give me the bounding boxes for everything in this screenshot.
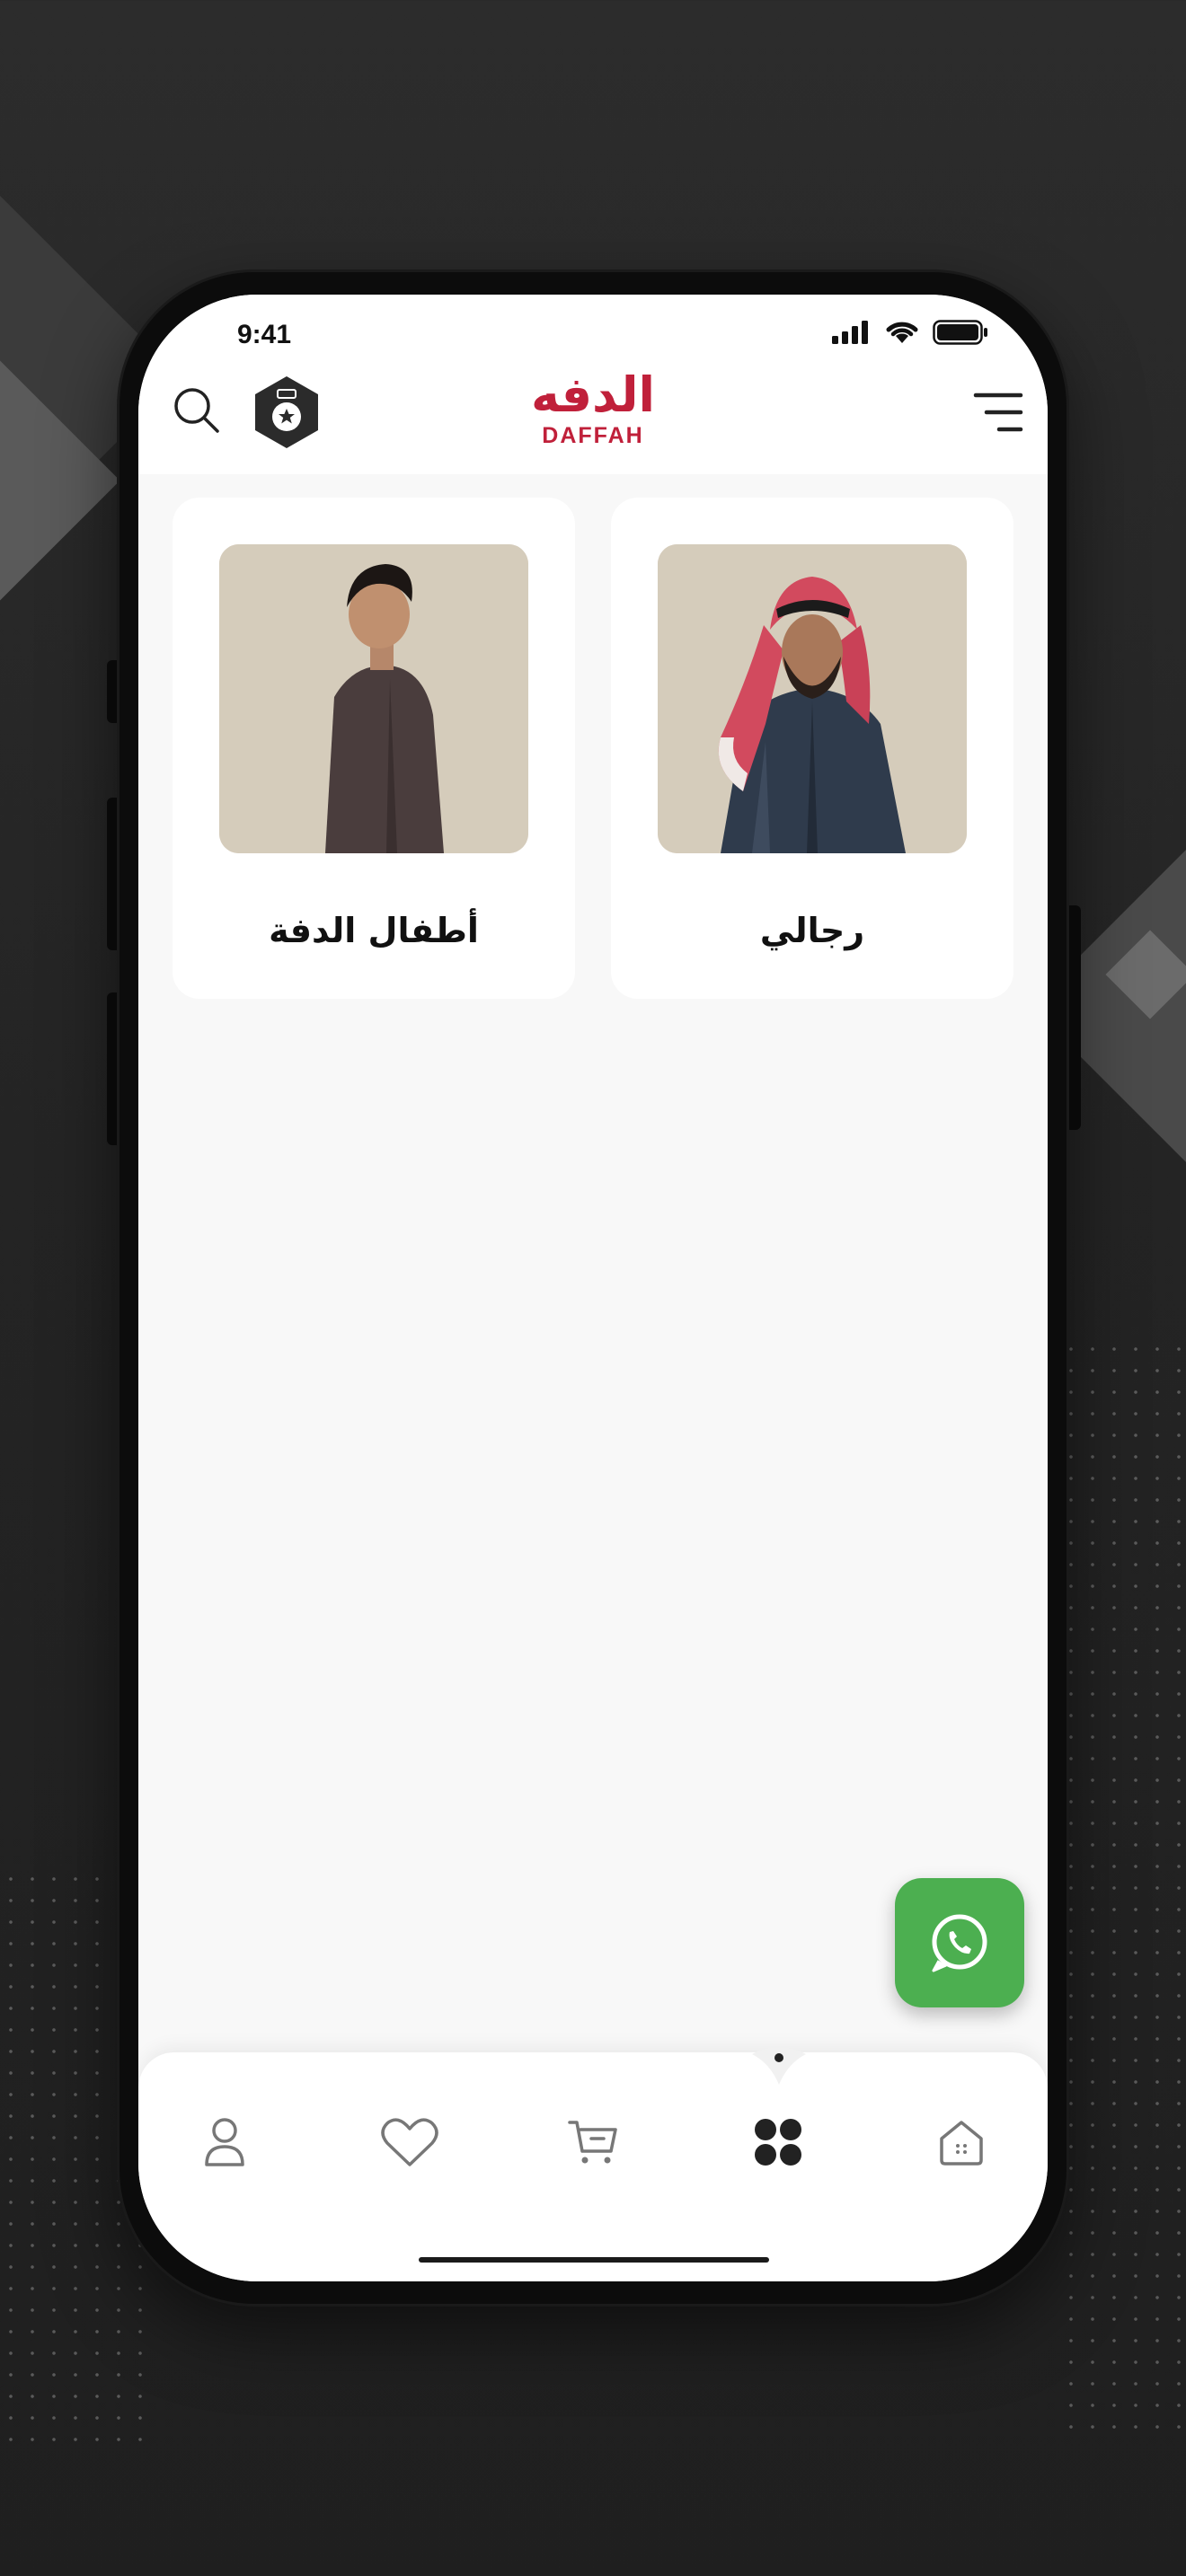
status-time: 9:41	[237, 320, 292, 349]
signal-icon	[832, 321, 868, 344]
logo-arabic: الدفه	[530, 366, 656, 423]
categories-icon	[755, 2119, 801, 2166]
man-image	[658, 544, 967, 853]
home-indicator[interactable]	[419, 2257, 769, 2263]
tab-account[interactable]	[189, 2106, 261, 2178]
tab-cart[interactable]	[557, 2106, 629, 2178]
search-icon	[174, 388, 219, 433]
category-card-men[interactable]: رجالي	[611, 498, 1013, 999]
tab-favorites[interactable]	[374, 2106, 446, 2178]
menu-icon	[973, 393, 1023, 432]
phone-frame: 9:41 الدفه DAFFAH رجالي أطفال الدفة	[119, 272, 1067, 2304]
loyalty-badge-button[interactable]	[248, 374, 325, 451]
search-button[interactable]	[171, 384, 225, 438]
home-icon	[940, 2121, 983, 2166]
category-card-kids[interactable]: أطفال الدفة	[173, 498, 575, 999]
category-image-men	[658, 544, 967, 853]
phone-side-button	[1065, 905, 1081, 1130]
logo-english: DAFFAH	[542, 423, 644, 448]
whatsapp-icon	[932, 1914, 987, 1972]
user-icon	[205, 2118, 244, 2166]
app-screen: 9:41 الدفه DAFFAH رجالي أطفال الدفة	[138, 295, 1048, 2281]
app-header: 9:41 الدفه DAFFAH	[138, 295, 1048, 474]
category-content: رجالي أطفال الدفة	[138, 474, 1048, 2281]
menu-button[interactable]	[972, 390, 1024, 435]
active-tab-indicator	[752, 2045, 806, 2090]
tab-home[interactable]	[925, 2106, 997, 2178]
badge-icon	[255, 376, 318, 448]
bottom-tab-bar	[138, 2047, 1048, 2281]
category-image-kids	[219, 544, 528, 853]
brand-logo[interactable]: الدفه DAFFAH	[503, 368, 683, 449]
status-icons	[832, 320, 988, 345]
background-dot-grid	[1060, 1338, 1186, 2434]
battery-icon	[933, 320, 987, 345]
boy-image	[219, 544, 528, 853]
category-label-kids: أطفال الدفة	[269, 911, 479, 950]
wifi-icon	[886, 322, 918, 343]
whatsapp-button[interactable]	[895, 1878, 1024, 2007]
tab-categories[interactable]	[742, 2106, 814, 2178]
category-label-men: رجالي	[759, 911, 865, 950]
cart-icon	[568, 2121, 617, 2164]
heart-icon	[381, 2118, 438, 2166]
